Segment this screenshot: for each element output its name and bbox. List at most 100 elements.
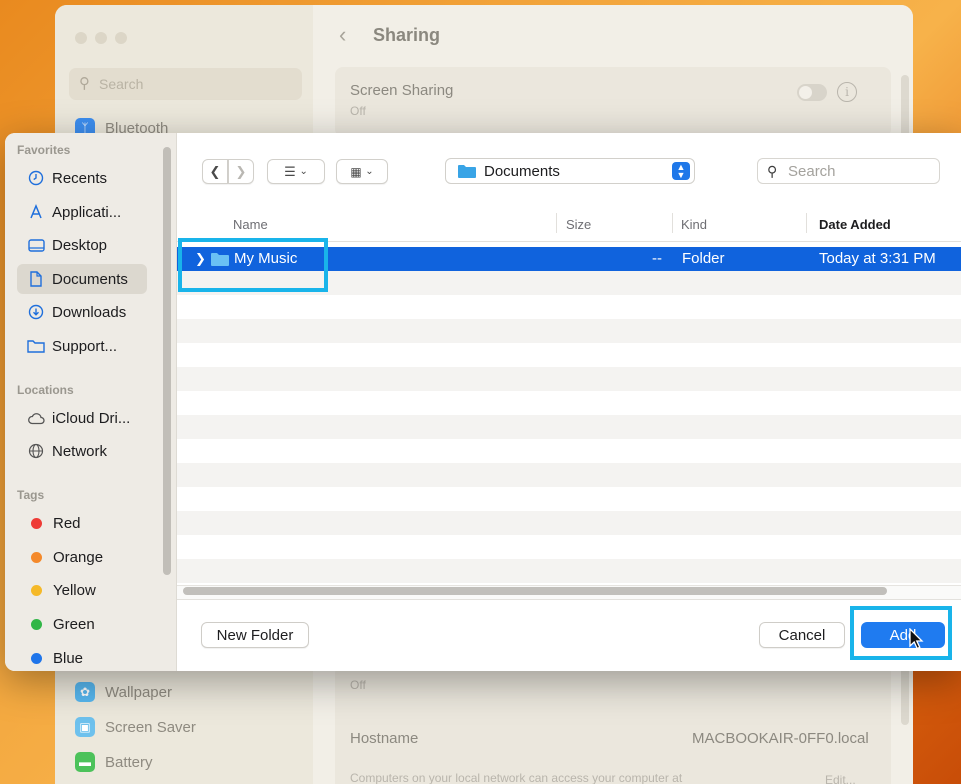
column-header-label: Name: [233, 216, 268, 232]
settings-sidebar-item-wallpaper[interactable]: ✿ Wallpaper: [75, 681, 172, 703]
sidebar-tag-red[interactable]: Red: [17, 508, 147, 538]
sidebar-item-label: Documents: [52, 270, 128, 288]
row-kind: Folder: [682, 250, 725, 267]
zoom-window-button[interactable]: [115, 32, 127, 44]
screen-sharing-card: Screen Sharing Off i: [335, 67, 891, 137]
sidebar-item-network[interactable]: Network: [17, 436, 147, 466]
file-list: ❯ My Music -- Folder Today at 3:31 PM: [177, 242, 961, 584]
sidebar-tag-green[interactable]: Green: [17, 609, 147, 639]
download-icon: [27, 303, 45, 321]
settings-sidebar-item-battery[interactable]: ▬ Battery: [75, 751, 153, 773]
screen-sharing-label: Screen Sharing: [350, 82, 454, 99]
empty-row: [177, 559, 961, 583]
cloud-icon: [27, 409, 45, 427]
back-chevron-icon[interactable]: ‹: [339, 22, 346, 48]
column-header-date-added[interactable]: Date Added: [819, 207, 891, 241]
file-picker-dialog: Favorites Recents Applicati... Desktop D…: [5, 133, 961, 671]
wallpaper-icon: ✿: [75, 682, 95, 702]
new-folder-button[interactable]: New Folder: [201, 622, 309, 648]
sidebar-tag-orange[interactable]: Orange: [17, 542, 147, 572]
column-divider[interactable]: [556, 213, 557, 233]
sidebar-item-label: Downloads: [52, 303, 127, 321]
sidebar-item-label: Network: [52, 442, 108, 460]
search-placeholder: Search: [788, 162, 836, 180]
list-view-button[interactable]: ☰ ⌄: [267, 159, 325, 184]
remote-status: Off: [350, 678, 366, 692]
highlight-my-music: [178, 238, 328, 292]
new-folder-label: New Folder: [216, 626, 294, 644]
column-header-label: Size: [566, 216, 592, 232]
sidebar-item-label: Applicati...: [52, 203, 122, 221]
empty-row: [177, 319, 961, 343]
screen-saver-icon: ▣: [75, 717, 95, 737]
forward-button[interactable]: ❯: [228, 159, 254, 184]
applications-icon: [27, 203, 45, 221]
hostname-footnote: Computers on your local network can acce…: [350, 771, 683, 784]
cancel-button[interactable]: Cancel: [759, 622, 845, 648]
sidebar-tag-yellow[interactable]: Yellow: [17, 575, 147, 605]
green-tag-dot-icon: [31, 618, 42, 630]
empty-row: [177, 391, 961, 415]
sidebar-item-recents[interactable]: Recents: [17, 163, 147, 193]
chevron-left-icon: ❮: [209, 163, 221, 179]
sidebar-item-label: Blue: [53, 649, 84, 667]
dialog-sidebar: Favorites Recents Applicati... Desktop D…: [5, 133, 177, 671]
column-header-name[interactable]: Name: [233, 207, 268, 241]
location-popup[interactable]: Documents ▲ ▼: [445, 158, 695, 184]
empty-row: [177, 343, 961, 367]
settings-sidebar-label: Battery: [105, 753, 153, 771]
sidebar-item-support[interactable]: Support...: [17, 331, 147, 361]
sidebar-item-documents[interactable]: Documents: [17, 264, 147, 294]
sidebar-item-label: Support...: [52, 337, 118, 355]
search-icon: ⚲: [79, 75, 90, 92]
row-date-added: Today at 3:31 PM: [819, 250, 936, 267]
minimize-window-button[interactable]: [95, 32, 107, 44]
sidebar-scrollbar[interactable]: [163, 147, 171, 575]
sidebar-item-label: Yellow: [53, 581, 96, 599]
column-header-kind[interactable]: Kind: [681, 207, 707, 241]
page-title: Sharing: [373, 25, 441, 45]
empty-row: [177, 295, 961, 319]
sidebar-item-label: iCloud Dri...: [52, 409, 131, 427]
sidebar-item-downloads[interactable]: Downloads: [17, 297, 147, 327]
empty-row: [177, 535, 961, 559]
settings-sidebar-item-screen-saver[interactable]: ▣ Screen Saver: [75, 716, 196, 738]
close-window-button[interactable]: [75, 32, 87, 44]
sidebar-tag-blue[interactable]: Blue: [17, 643, 147, 671]
favorites-header: Favorites: [17, 143, 71, 157]
clock-icon: [27, 169, 45, 187]
group-by-button[interactable]: ▦ ⌄: [336, 159, 388, 184]
settings-search-input[interactable]: ⚲ Search: [69, 68, 302, 100]
sidebar-item-icloud-drive[interactable]: iCloud Dri...: [17, 403, 147, 433]
search-input[interactable]: ⚲ Search: [757, 158, 940, 184]
screen-sharing-toggle[interactable]: [797, 84, 827, 101]
sidebar-item-label: Green: [53, 615, 95, 633]
highlight-add-button: [850, 606, 952, 660]
column-divider[interactable]: [672, 213, 673, 233]
column-header-size[interactable]: Size: [566, 207, 591, 241]
sidebar-item-label: Orange: [53, 548, 104, 566]
list-view-icon: ☰: [284, 163, 296, 179]
globe-icon: [27, 442, 45, 460]
locations-header: Locations: [17, 383, 74, 397]
info-icon[interactable]: i: [837, 82, 857, 102]
horizontal-scrollbar[interactable]: [183, 587, 887, 595]
folder-icon: [27, 337, 45, 355]
yellow-tag-dot-icon: [31, 584, 42, 596]
sidebar-item-applications[interactable]: Applicati...: [17, 197, 147, 227]
documents-folder-icon: [458, 164, 476, 178]
edit-hostname-button[interactable]: Edit...: [825, 773, 856, 784]
column-divider[interactable]: [806, 213, 807, 233]
column-header-label: Kind: [681, 216, 708, 232]
grid-view-icon: ▦: [350, 164, 362, 179]
chevron-right-icon: ❯: [235, 163, 247, 179]
back-button[interactable]: ❮: [202, 159, 228, 184]
location-label: Documents: [484, 162, 560, 180]
empty-row: [177, 511, 961, 535]
chevron-down-icon: ⌄: [365, 166, 374, 177]
sidebar-item-desktop[interactable]: Desktop: [17, 230, 147, 260]
row-size: --: [652, 250, 662, 267]
empty-row: [177, 415, 961, 439]
empty-row: [177, 367, 961, 391]
settings-sidebar-label: Screen Saver: [105, 718, 196, 736]
